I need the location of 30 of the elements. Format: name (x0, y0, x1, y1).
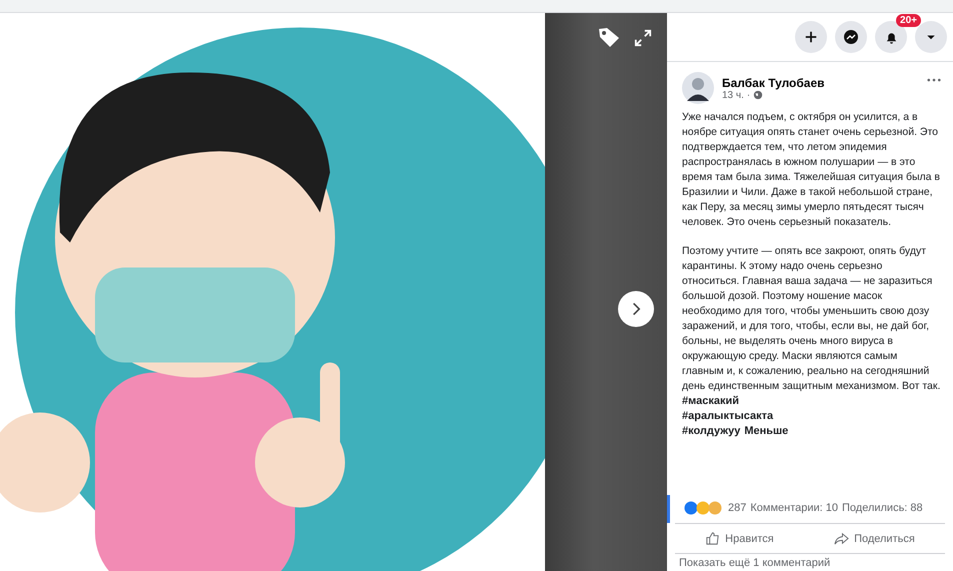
create-button[interactable] (795, 21, 827, 53)
avatar[interactable] (682, 72, 714, 104)
share-count[interactable]: Поделились: 88 (842, 502, 923, 514)
tag-icon[interactable] (597, 25, 621, 49)
share-button[interactable]: Поделиться (826, 528, 923, 549)
messenger-icon (843, 29, 859, 45)
account-menu-button[interactable] (915, 21, 947, 53)
comment-count[interactable]: Комментарии: 10 (750, 502, 838, 514)
author-name[interactable]: Балбак Тулобаев (722, 76, 919, 90)
see-less-link[interactable]: Меньше (744, 424, 788, 439)
next-button[interactable] (618, 291, 654, 327)
hashtag-link[interactable]: #колдужуу (682, 424, 740, 439)
plus-icon (804, 30, 818, 44)
post-paragraph: Поэтому учтите — опять все закроют, опять будут карантины. К этому надо очень серьезно относиться. Главная ваша задача — не заразиться большой дозой. Поэтому ношение масок необходимо для того, чтобы уменьшить свою дозу заражений, и для того, чтобы, если вы, не дай бог, больны, не выделять очень много вируса в окружающую среду. Маски являются самым главным и, к сожалению, реально на сегодняшний день единственным защитным механизмом. Вот так. (682, 244, 941, 394)
notification-badge: 20+ (896, 14, 921, 27)
hashtag-link[interactable]: #аралыктысакта (682, 409, 774, 424)
thumbs-up-icon (705, 531, 720, 546)
more-options-icon[interactable] (927, 78, 941, 82)
reaction-count[interactable]: 287 (728, 502, 746, 514)
globe-icon (753, 90, 764, 100)
expand-icon[interactable] (634, 29, 652, 47)
reactions-icon[interactable] (684, 501, 724, 515)
hashtag-link[interactable]: #маскакий (682, 394, 739, 409)
post-time[interactable]: 13 ч. (722, 90, 744, 100)
post-paragraph: Уже начался подъем, с октября он усилится, а в ноябре ситуация опять станет очень серьезной. Это подтверждается тем, что летом эпидемия распространялась в южном полушарии — в это время там была зима. Тяжелейшая ситуация была в Бразилии и Чили. Даже в такой небольшой стране, как Перу, за месяц зимы умерло пятьдесят тысяч человек. Это очень серьезный показатель. (682, 110, 941, 230)
like-button[interactable]: Нравится (697, 528, 782, 549)
separator-dot: · (746, 90, 750, 100)
share-arrow-icon (834, 531, 850, 546)
show-comments-link[interactable]: Показать ещё 1 комментарий (667, 554, 953, 571)
messenger-button[interactable] (835, 21, 867, 53)
